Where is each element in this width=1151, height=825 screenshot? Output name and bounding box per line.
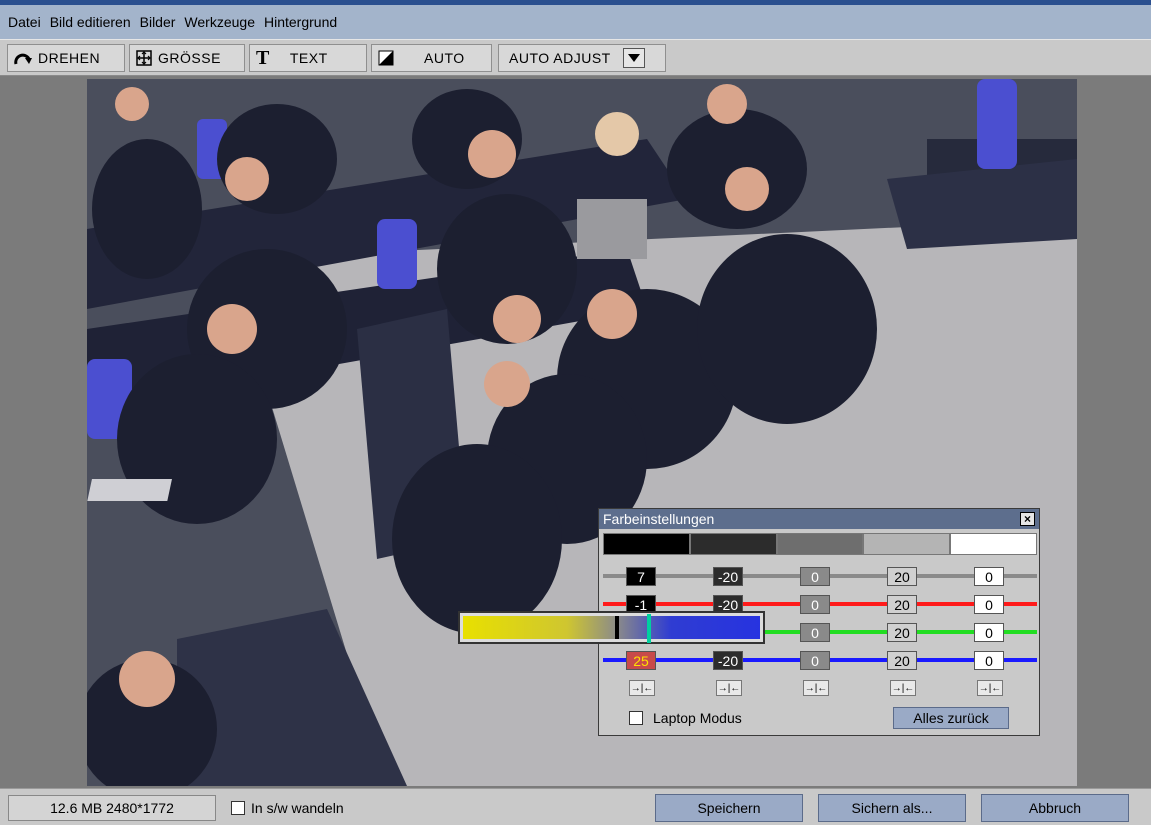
auto-adjust-dropdown[interactable]: AUTO ADJUST [498, 44, 666, 72]
laptop-mode-checkbox[interactable]: Laptop Modus [629, 710, 742, 726]
slider-center-marker [647, 614, 651, 643]
rotate-button[interactable]: DREHEN [7, 44, 125, 72]
auto-adjust-label: AUTO ADJUST [509, 50, 611, 66]
text-button[interactable]: T TEXT [249, 44, 367, 72]
contrast-icon [378, 50, 394, 66]
rotate-label: DREHEN [38, 50, 101, 66]
grayscale-checkbox[interactable]: In s/w wandeln [231, 800, 344, 816]
value-blue-4[interactable]: 20 [887, 651, 917, 670]
laptop-mode-label: Laptop Modus [653, 710, 742, 726]
reset-arrow-1[interactable]: →|← [629, 680, 655, 696]
auto-button[interactable]: AUTO [371, 44, 492, 72]
text-label: TEXT [289, 50, 328, 66]
value-green-3[interactable]: 0 [800, 623, 830, 642]
value-brightness-4[interactable]: 20 [887, 567, 917, 586]
swatch-light[interactable] [863, 533, 951, 555]
size-label: GRÖSSE [158, 50, 221, 66]
menu-werkzeuge[interactable]: Werkzeuge [184, 14, 255, 30]
file-info: 12.6 MB 2480*1772 [8, 795, 216, 821]
value-brightness-3[interactable]: 0 [800, 567, 830, 586]
swatch-mid[interactable] [776, 533, 864, 555]
menu-hintergrund[interactable]: Hintergrund [264, 14, 337, 30]
rotate-icon [14, 51, 32, 65]
row-brightness: 7 -20 0 20 0 [603, 565, 1037, 587]
menu-datei[interactable]: Datei [8, 14, 41, 30]
color-balance-slider[interactable] [458, 611, 765, 644]
value-green-4[interactable]: 20 [887, 623, 917, 642]
status-bar: 12.6 MB 2480*1772 In s/w wandeln Speiche… [0, 788, 1151, 825]
reset-arrow-3[interactable]: →|← [803, 680, 829, 696]
grayscale-label: In s/w wandeln [251, 800, 344, 816]
value-blue-2[interactable]: -20 [713, 651, 743, 670]
save-button[interactable]: Speichern [655, 794, 803, 822]
value-red-3[interactable]: 0 [800, 595, 830, 614]
slider-knob[interactable] [615, 616, 619, 639]
row-blue: 25 -20 0 20 0 [603, 649, 1037, 671]
slider-track[interactable] [463, 616, 760, 639]
value-blue-5[interactable]: 0 [974, 651, 1004, 670]
menu-bilder[interactable]: Bilder [140, 14, 176, 30]
chevron-down-icon[interactable] [622, 48, 645, 68]
reset-all-button[interactable]: Alles zurück [893, 707, 1009, 729]
text-icon: T [256, 46, 270, 69]
swatch-shadow[interactable] [603, 533, 690, 555]
value-brightness-1[interactable]: 7 [626, 567, 656, 586]
laptop-mode-box[interactable] [629, 711, 643, 725]
grayscale-checkbox-box[interactable] [231, 801, 245, 815]
resize-icon [136, 50, 152, 66]
toolbar: DREHEN GRÖSSE T TEXT AUTO AUTO ADJUST [0, 39, 1151, 76]
menu-bar: Datei Bild editieren Bilder Werkzeuge Hi… [0, 5, 1151, 39]
reset-arrow-2[interactable]: →|← [716, 680, 742, 696]
swatch-highlight[interactable] [950, 533, 1037, 555]
tone-swatches [603, 533, 1037, 555]
value-green-5[interactable]: 0 [974, 623, 1004, 642]
value-red-4[interactable]: 20 [887, 595, 917, 614]
reset-arrow-4[interactable]: →|← [890, 680, 916, 696]
dialog-titlebar[interactable]: Farbeinstellungen × [599, 509, 1039, 529]
dialog-title: Farbeinstellungen [603, 511, 715, 527]
value-brightness-5[interactable]: 0 [974, 567, 1004, 586]
value-blue-1[interactable]: 25 [626, 651, 656, 670]
auto-label: AUTO [424, 50, 465, 66]
value-red-5[interactable]: 0 [974, 595, 1004, 614]
size-button[interactable]: GRÖSSE [129, 44, 245, 72]
value-brightness-2[interactable]: -20 [713, 567, 743, 586]
save-as-button[interactable]: Sichern als... [818, 794, 966, 822]
value-blue-3[interactable]: 0 [800, 651, 830, 670]
menu-bild-editieren[interactable]: Bild editieren [50, 14, 131, 30]
reset-arrow-5[interactable]: →|← [977, 680, 1003, 696]
swatch-dark[interactable] [689, 533, 777, 555]
cancel-button[interactable]: Abbruch [981, 794, 1129, 822]
close-icon[interactable]: × [1020, 512, 1035, 526]
